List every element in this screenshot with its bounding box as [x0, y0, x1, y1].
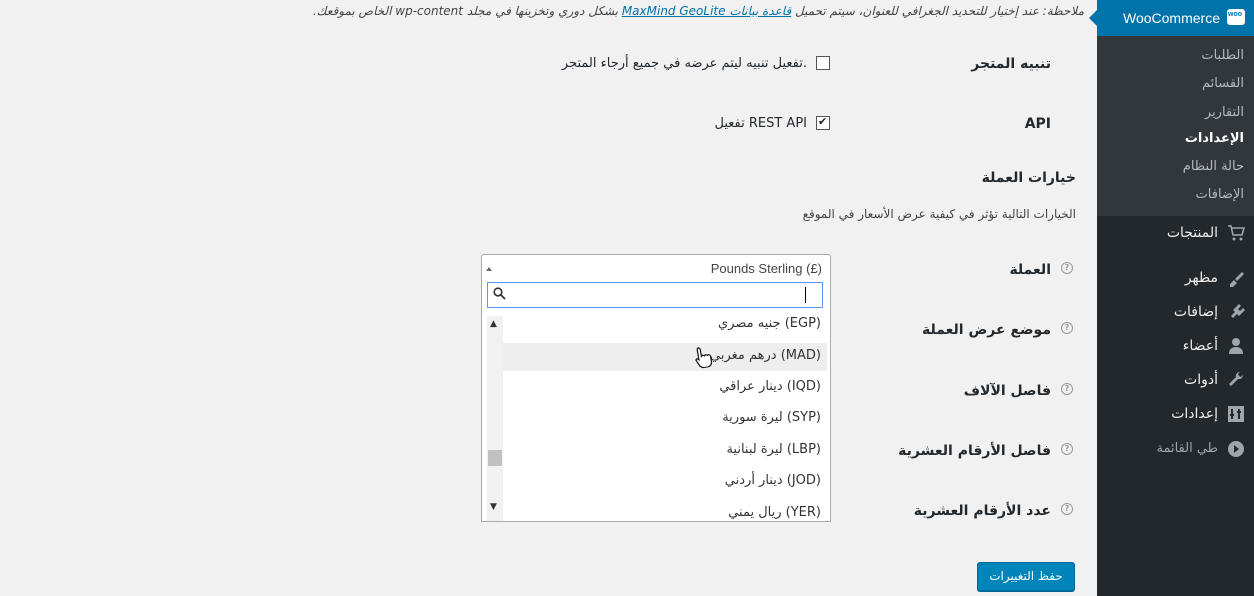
- currency-select-value: Pounds Sterling (£): [710, 261, 822, 276]
- store-notice-checkbox-label: تفعيل تنبيه ليتم عرضه في جميع أرجاء المت…: [561, 56, 807, 71]
- currency-search-input[interactable]: [487, 282, 823, 308]
- plugin-icon: [1226, 303, 1246, 323]
- results-scrollbar[interactable]: ▲ ▼: [487, 316, 503, 521]
- sidebar-item-label: أعضاء: [1182, 338, 1218, 354]
- geolocation-note: ملاحظة: عند إختيار للتحديد الجغرافي للعن…: [313, 4, 1084, 18]
- sidebar-item-label: طي القائمة: [1156, 441, 1218, 456]
- currency-option-label: دينار أردني (JOD): [724, 473, 821, 488]
- currency-option-highlighted[interactable]: درهم مغربي (MAD): [503, 343, 827, 371]
- thousand-separator-label: فاصل الآلاف: [963, 383, 1051, 399]
- currency-option[interactable]: دينار عراقي (IQD): [503, 374, 827, 402]
- rest-api-checkbox[interactable]: [816, 115, 830, 130]
- help-icon[interactable]: ?: [1061, 383, 1073, 395]
- woocommerce-submenu: الطلبات القسائم التقارير الإعدادات حالة …: [1097, 36, 1254, 216]
- sidebar-item-products[interactable]: المنتجات: [1097, 221, 1254, 247]
- decimal-separator-label: فاصل الأرقام العشرية: [898, 443, 1051, 459]
- caret-up-icon: [486, 267, 492, 271]
- number-of-decimals-label: عدد الأرقام العشرية: [913, 503, 1051, 519]
- search-icon: [493, 287, 506, 304]
- currency-option[interactable]: ريال يمني (YER): [503, 500, 827, 521]
- sidebar-item-plugins[interactable]: إضافات: [1097, 300, 1254, 326]
- help-icon[interactable]: ?: [1061, 262, 1073, 274]
- text-cursor: [805, 287, 806, 303]
- scroll-up-icon[interactable]: ▲: [490, 319, 497, 329]
- submenu-settings[interactable]: الإعدادات: [1185, 131, 1244, 146]
- currency-option-label: درهم مغربي (MAD): [710, 348, 821, 363]
- currency-position-label: موضع عرض العملة: [922, 322, 1051, 338]
- scroll-down-icon[interactable]: ▼: [490, 502, 497, 512]
- currency-dropdown: ▲ ▼ جنيه مصري (EGP) درهم مغربي (MAD) دين…: [481, 282, 831, 522]
- scrollbar-thumb[interactable]: [488, 450, 502, 466]
- currency-results-list: ▲ ▼ جنيه مصري (EGP) درهم مغربي (MAD) دين…: [487, 316, 827, 521]
- rest-api-checkbox-label: تفعيل REST API: [714, 116, 807, 131]
- currency-option-label: ليرة لبنانية (LBP): [726, 442, 821, 457]
- currency-options-heading: خيارات العملة: [981, 170, 1076, 186]
- currency-option-label: جنيه مصري (EGP): [718, 316, 821, 331]
- currency-option-label: دينار عراقي (IQD): [719, 379, 821, 394]
- sidebar-collapse-menu[interactable]: طي القائمة: [1097, 437, 1254, 463]
- help-icon[interactable]: ?: [1061, 503, 1073, 515]
- currency-options-description: الخيارات التالية تؤثر في كيفية عرض الأسع…: [802, 207, 1076, 221]
- wrench-icon: [1226, 371, 1246, 391]
- sidebar-item-label: مظهر: [1184, 270, 1218, 286]
- note-suffix: بشكل دوري وتخزينها في مجلد wp-content ال…: [312, 4, 618, 18]
- store-notice-label: تنبيه المتجر: [971, 56, 1051, 72]
- note-prefix: ملاحظة: عند إختيار للتحديد الجغرافي للعن…: [795, 4, 1084, 18]
- sidebar-item-label: أدوات: [1184, 372, 1218, 388]
- submenu-extensions[interactable]: الإضافات: [1196, 187, 1244, 202]
- woocommerce-menu-label: WooCommerce: [1123, 10, 1220, 26]
- currency-option[interactable]: جنيه مصري (EGP): [503, 316, 827, 339]
- sidebar-item-users[interactable]: أعضاء: [1097, 334, 1254, 360]
- submenu-orders[interactable]: الطلبات: [1201, 48, 1244, 63]
- currency-label: العملة: [1009, 262, 1051, 278]
- sidebar-item-tools[interactable]: أدوات: [1097, 368, 1254, 394]
- help-icon[interactable]: ?: [1061, 443, 1073, 455]
- help-icon[interactable]: ?: [1061, 322, 1073, 334]
- sidebar-item-settings[interactable]: إعدادات: [1097, 402, 1254, 428]
- sidebar-item-appearance[interactable]: مظهر: [1097, 266, 1254, 292]
- collapse-icon: [1226, 440, 1246, 460]
- currency-option[interactable]: دينار أردني (JOD): [503, 468, 827, 496]
- brush-icon: [1226, 269, 1246, 289]
- woocommerce-menu[interactable]: WooCommerce: [1089, 0, 1254, 36]
- submenu-system-status[interactable]: حالة النظام: [1183, 159, 1244, 174]
- currency-option-label: ريال يمني (YER): [728, 505, 821, 520]
- currency-option[interactable]: ليرة لبنانية (LBP): [503, 437, 827, 465]
- admin-sidebar: WooCommerce الطلبات القسائم التقارير الإ…: [1089, 0, 1254, 596]
- sidebar-item-label: المنتجات: [1166, 225, 1218, 241]
- submenu-reports[interactable]: التقارير: [1205, 105, 1244, 120]
- api-label: API: [1024, 116, 1051, 132]
- settings-icon: [1226, 405, 1246, 425]
- currency-option[interactable]: ليرة سورية (SYP): [503, 405, 827, 433]
- sidebar-item-label: إضافات: [1173, 304, 1218, 320]
- maxmind-link[interactable]: قاعدة بيانات MaxMind GeoLite: [622, 4, 791, 18]
- current-menu-arrow: [1089, 10, 1097, 26]
- woocommerce-icon: [1227, 9, 1245, 25]
- currency-select[interactable]: Pounds Sterling (£): [481, 254, 831, 283]
- store-notice-checkbox[interactable]: [816, 56, 830, 70]
- currency-option-label: ليرة سورية (SYP): [722, 410, 821, 425]
- sidebar-item-label: إعدادات: [1171, 406, 1218, 422]
- submenu-coupons[interactable]: القسائم: [1202, 76, 1244, 91]
- user-icon: [1226, 337, 1246, 357]
- cart-icon: [1226, 224, 1246, 244]
- save-changes-button[interactable]: حفظ التغييرات: [977, 562, 1075, 591]
